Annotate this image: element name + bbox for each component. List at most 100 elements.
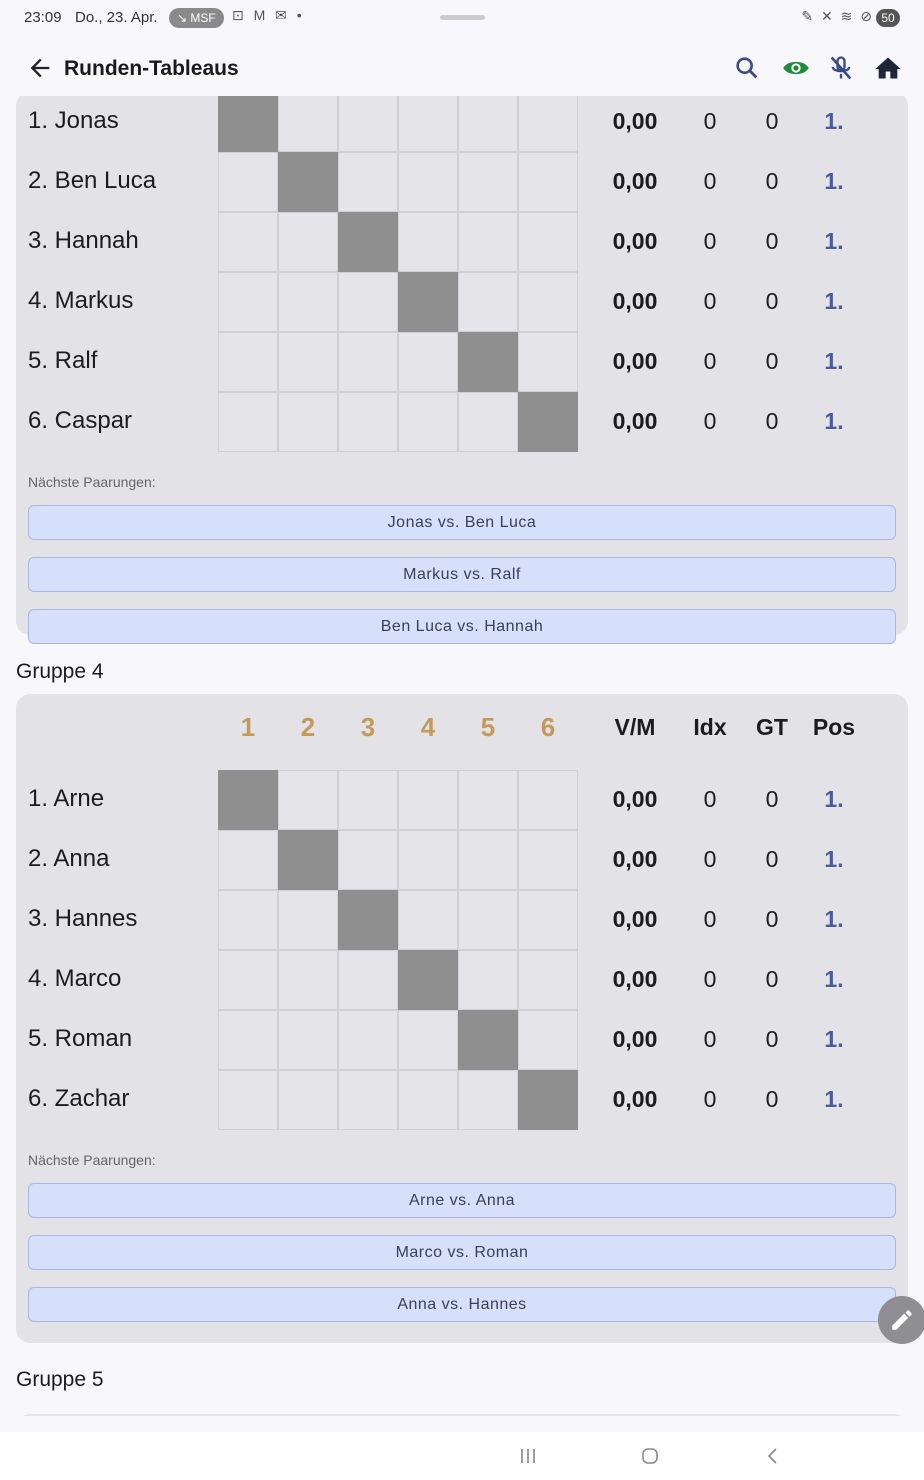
result-cell[interactable] [398,152,458,212]
result-cell[interactable] [278,1070,338,1130]
result-cell[interactable] [338,830,398,890]
result-cell[interactable] [338,96,398,152]
pairing-button[interactable]: Marco vs. Roman [28,1235,896,1270]
back-arrow-icon[interactable] [26,54,54,82]
result-cell[interactable] [338,1070,398,1130]
result-cell[interactable] [398,96,458,152]
result-cell[interactable] [518,332,578,392]
result-cell[interactable] [398,392,458,452]
result-cell[interactable] [398,1070,458,1130]
status-bar: 23:09 Do., 23. Apr. ↘ MSF ⊡ M ✉ • ✎ ✕ ≋ … [0,0,924,36]
result-cell[interactable] [218,392,278,452]
result-cell[interactable] [218,890,278,950]
result-cell[interactable] [338,152,398,212]
result-cell[interactable] [278,212,338,272]
result-cell[interactable] [278,272,338,332]
mic-off-icon[interactable] [827,54,855,82]
result-cell[interactable] [218,950,278,1010]
result-cell[interactable] [398,332,458,392]
result-cell[interactable] [458,392,518,452]
result-cell[interactable] [338,332,398,392]
home-button-icon[interactable] [640,1446,660,1466]
stat-vm: 0,00 [612,288,658,314]
result-cell[interactable] [518,950,578,1010]
stat-vm: 0,00 [612,168,658,194]
system-icons: ✎ ✕ ≋ ⊘ [801,8,874,24]
result-cell[interactable] [518,152,578,212]
player-name: 2. Ben Luca [28,167,157,194]
column-header-pos: Pos [812,714,856,740]
pairing-button[interactable]: Jonas vs. Ben Luca [28,505,896,540]
result-cell[interactable] [518,770,578,830]
result-cell[interactable] [518,212,578,272]
result-cell[interactable] [458,1070,518,1130]
result-cell[interactable] [218,212,278,272]
diagonal-cell [338,890,398,950]
back-nav-icon[interactable] [763,1446,783,1466]
result-cell[interactable] [518,1010,578,1070]
result-cell[interactable] [458,272,518,332]
stat-pos: 1. [824,846,844,872]
diagonal-cell [458,1010,518,1070]
result-cell[interactable] [398,1010,458,1070]
home-icon[interactable] [874,54,902,82]
edit-fab[interactable] [878,1296,924,1344]
player-name: 5. Ralf [28,347,98,374]
result-cell[interactable] [278,96,338,152]
result-cell[interactable] [518,890,578,950]
result-cell[interactable] [278,890,338,950]
edit-icon [892,1310,912,1330]
result-cell[interactable] [398,212,458,272]
column-header-number: 1 [240,712,256,742]
result-cell[interactable] [458,950,518,1010]
result-cell[interactable] [338,272,398,332]
result-cell[interactable] [338,1010,398,1070]
result-cell[interactable] [458,152,518,212]
result-cell[interactable] [218,1070,278,1130]
search-icon[interactable] [733,54,761,82]
result-cell[interactable] [518,272,578,332]
stat-gt: 0 [765,786,779,812]
stat-gt: 0 [765,966,779,992]
result-cell[interactable] [278,1010,338,1070]
pairing-button[interactable]: Anna vs. Hannes [28,1287,896,1322]
eye-icon[interactable] [782,54,810,82]
group-card [16,1414,908,1416]
result-cell[interactable] [518,830,578,890]
result-cell[interactable] [398,830,458,890]
diagonal-cell [518,392,578,452]
result-cell[interactable] [278,950,338,1010]
recent-apps-icon[interactable] [518,1446,538,1466]
result-cell[interactable] [458,890,518,950]
result-cell[interactable] [278,392,338,452]
result-cell[interactable] [218,1010,278,1070]
pairing-button[interactable]: Ben Luca vs. Hannah [28,609,896,644]
scroll-content[interactable]: 1. Jonas 0,00 0 0 1. 2. Ben Luca 0,00 0 0 1. 3. Ha… [0,96,924,1416]
player-name: 4. Markus [28,287,134,314]
column-header-number: 3 [360,712,376,742]
pairing-button[interactable]: Markus vs. Ralf [28,557,896,592]
pairing-button[interactable]: Arne vs. Anna [28,1183,896,1218]
status-date: Do., 23. Apr. [75,9,158,26]
group-title: Gruppe 4 [16,660,104,683]
result-cell[interactable] [458,96,518,152]
result-cell[interactable] [218,830,278,890]
result-cell[interactable] [458,212,518,272]
result-cell[interactable] [458,770,518,830]
stat-vm: 0,00 [612,108,658,134]
result-cell[interactable] [338,770,398,830]
stat-gt: 0 [765,906,779,932]
result-cell[interactable] [458,830,518,890]
result-cell[interactable] [398,890,458,950]
result-cell[interactable] [278,332,338,392]
result-cell[interactable] [518,96,578,152]
result-cell[interactable] [218,332,278,392]
result-cell[interactable] [218,272,278,332]
result-cell[interactable] [338,950,398,1010]
result-cell[interactable] [278,770,338,830]
column-header-idx: Idx [693,714,727,740]
result-cell[interactable] [338,392,398,452]
diagonal-cell [338,212,398,272]
result-cell[interactable] [398,770,458,830]
result-cell[interactable] [218,152,278,212]
